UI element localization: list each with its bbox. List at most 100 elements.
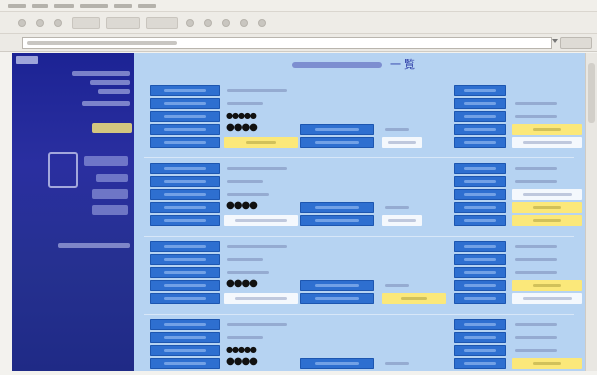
menu-favorites[interactable] (80, 4, 108, 8)
field-value[interactable] (382, 358, 422, 369)
field-value[interactable] (224, 189, 294, 200)
highlight-cell[interactable] (512, 215, 582, 226)
scroll-thumb[interactable] (588, 63, 595, 123)
search-button[interactable] (106, 17, 140, 29)
value-box[interactable] (512, 293, 582, 304)
menu-file[interactable] (8, 4, 26, 8)
side-value[interactable] (512, 98, 582, 109)
side-label (454, 267, 506, 278)
sidebar-link[interactable] (58, 243, 130, 248)
field-label (150, 124, 220, 135)
field-label (150, 163, 220, 174)
side-value[interactable] (512, 267, 582, 278)
field-label (150, 202, 220, 213)
sub-rating: ●●●●● (226, 111, 257, 120)
sidebar-item[interactable] (84, 156, 128, 166)
rating-dots: ●●●● (226, 278, 258, 289)
side-value[interactable] (512, 254, 582, 265)
record-block: ●●●●● ●●●● (134, 83, 585, 155)
field-value[interactable] (224, 98, 284, 109)
field-value[interactable] (224, 241, 324, 252)
rating-dots: ●●●● (226, 122, 258, 133)
side-label (454, 98, 506, 109)
field-label (150, 215, 220, 226)
divider (144, 157, 574, 158)
stop-icon[interactable] (54, 19, 62, 27)
title-blurred (292, 62, 382, 68)
highlight-cell[interactable] (382, 293, 446, 304)
side-label (454, 111, 506, 122)
site-logo[interactable] (16, 56, 38, 64)
url-input[interactable] (22, 37, 552, 49)
favorites-button[interactable] (146, 17, 178, 29)
sidebar-link[interactable] (82, 101, 130, 106)
field-value[interactable] (224, 176, 284, 187)
value-box[interactable] (382, 215, 422, 226)
field-value[interactable] (224, 332, 284, 343)
sidebar-item[interactable] (92, 205, 128, 215)
divider (144, 236, 574, 237)
field-label (150, 137, 220, 148)
side-label (454, 319, 506, 330)
menu-view[interactable] (54, 4, 74, 8)
print-icon[interactable] (222, 19, 230, 27)
side-label (454, 176, 506, 187)
value-box[interactable] (512, 137, 582, 148)
highlight-cell[interactable] (224, 137, 298, 148)
value-box[interactable] (382, 137, 422, 148)
side-value[interactable] (512, 319, 582, 330)
field-label (300, 137, 374, 148)
highlight-cell[interactable] (512, 280, 582, 291)
mail-icon[interactable] (204, 19, 212, 27)
sidebar-item-selected[interactable] (92, 123, 132, 133)
field-label (150, 280, 220, 291)
field-value[interactable] (224, 319, 324, 330)
menu-help[interactable] (138, 4, 156, 8)
vertical-scrollbar[interactable] (585, 53, 597, 371)
field-value[interactable] (382, 124, 422, 135)
highlight-cell[interactable] (512, 202, 582, 213)
side-label (454, 189, 506, 200)
sidebar-link[interactable] (72, 71, 130, 76)
side-value[interactable] (512, 241, 582, 252)
sidebar-item[interactable] (92, 189, 128, 199)
history-icon[interactable] (186, 19, 194, 27)
value-box[interactable] (224, 293, 298, 304)
side-value[interactable] (512, 345, 582, 356)
side-label (454, 345, 506, 356)
back-icon[interactable] (18, 19, 26, 27)
side-value[interactable] (512, 111, 582, 122)
sidebar-item[interactable] (96, 174, 128, 182)
side-value[interactable] (512, 163, 582, 174)
go-button[interactable] (560, 37, 592, 49)
field-value[interactable] (224, 85, 324, 96)
side-value[interactable] (512, 332, 582, 343)
field-value[interactable] (224, 163, 324, 174)
field-label (300, 280, 374, 291)
side-label (454, 85, 506, 96)
main-content: 一覧 ●●●●● ●●●● ●●●● ●●●● ●●●●● ●●●● (134, 53, 585, 371)
forward-icon[interactable] (36, 19, 44, 27)
field-label (150, 254, 220, 265)
value-box[interactable] (224, 215, 298, 226)
browser-window: 一覧 ●●●●● ●●●● ●●●● ●●●● ●●●●● ●●●● (0, 0, 597, 375)
sidebar-link[interactable] (98, 89, 130, 94)
sidebar-link[interactable] (90, 80, 130, 85)
field-value[interactable] (224, 267, 294, 278)
side-value[interactable] (512, 176, 582, 187)
field-label (300, 358, 374, 369)
value-box[interactable] (512, 189, 582, 200)
highlight-cell[interactable] (512, 358, 582, 369)
highlight-cell[interactable] (512, 124, 582, 135)
home-button[interactable] (72, 17, 100, 29)
field-value[interactable] (224, 254, 284, 265)
field-value[interactable] (382, 280, 422, 291)
field-value[interactable] (382, 202, 422, 213)
field-label (150, 176, 220, 187)
field-label (300, 215, 374, 226)
menu-tools[interactable] (114, 4, 132, 8)
edit-icon[interactable] (240, 19, 248, 27)
chevron-down-icon[interactable] (552, 39, 558, 43)
menu-edit[interactable] (32, 4, 48, 8)
discuss-icon[interactable] (258, 19, 266, 27)
